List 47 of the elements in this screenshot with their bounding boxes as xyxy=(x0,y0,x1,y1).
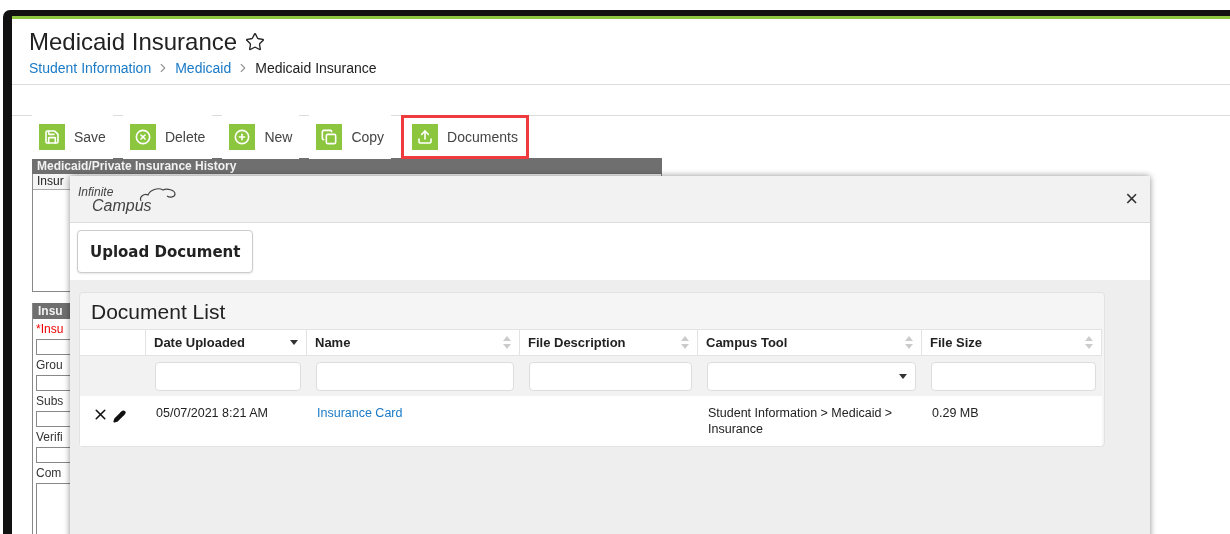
copy-icon xyxy=(316,124,343,150)
field-label: *Insu xyxy=(36,323,65,336)
column-header[interactable]: Campus Tool xyxy=(698,329,922,356)
column-title: File Size xyxy=(930,335,983,350)
filter-field[interactable] xyxy=(931,361,1096,391)
star-icon[interactable] xyxy=(245,32,266,52)
table-cell: 0.29 MB xyxy=(922,396,1102,446)
column-header[interactable]: Name xyxy=(307,329,520,356)
upload-document-button[interactable]: Upload Document xyxy=(77,230,254,273)
sort-descending-icon[interactable] xyxy=(290,340,298,345)
filter-field[interactable] xyxy=(529,361,692,391)
breadcrumb-current: Medicaid Insurance xyxy=(255,60,377,76)
sort-icon[interactable] xyxy=(681,336,689,349)
filter-field[interactable] xyxy=(155,361,301,391)
breadcrumb-link[interactable]: Student Information xyxy=(29,60,152,76)
sort-icon[interactable] xyxy=(905,336,913,349)
panel-header: Medicaid/Private Insurance History xyxy=(32,158,662,174)
toolbar-button[interactable]: Save xyxy=(32,115,113,159)
sort-icon[interactable] xyxy=(503,336,511,349)
close-button[interactable]: × xyxy=(1125,186,1138,212)
column-title: File Description xyxy=(528,335,626,350)
field-label: Com xyxy=(36,467,63,480)
toolbar-button[interactable]: Documents xyxy=(401,115,529,159)
column-title: Date Uploaded xyxy=(154,335,245,350)
toolbar-button[interactable]: Copy xyxy=(309,115,392,159)
column-header[interactable]: Date Uploaded xyxy=(146,329,307,356)
logo-text: Campus xyxy=(91,199,152,212)
field-label: Verifi xyxy=(36,431,64,444)
sort-icon[interactable] xyxy=(1085,336,1093,349)
breadcrumb-link[interactable]: Medicaid xyxy=(175,60,232,76)
document-link[interactable]: Insurance Card xyxy=(317,406,403,420)
table-cell: Student Information > Medicaid > Insurance xyxy=(698,396,922,446)
filter-field[interactable] xyxy=(316,361,514,391)
filter-select[interactable] xyxy=(707,361,916,391)
upload-icon xyxy=(412,124,439,150)
column-title: Name xyxy=(315,335,351,350)
table-cell: 05/07/2021 8:21 AM xyxy=(146,396,307,446)
column-header[interactable]: File Size xyxy=(922,329,1102,356)
caret-down-icon xyxy=(899,373,907,379)
page-title: Medicaid Insurance xyxy=(29,28,238,56)
toolbar-button[interactable]: New xyxy=(222,115,300,159)
column-title: Campus Tool xyxy=(706,335,788,350)
field-label: Subs xyxy=(36,395,65,408)
column-header[interactable]: File Description xyxy=(520,329,698,356)
field-label: Grou xyxy=(36,359,64,372)
edit-icon[interactable] xyxy=(113,410,126,423)
toolbar-button[interactable]: Delete xyxy=(122,115,213,159)
